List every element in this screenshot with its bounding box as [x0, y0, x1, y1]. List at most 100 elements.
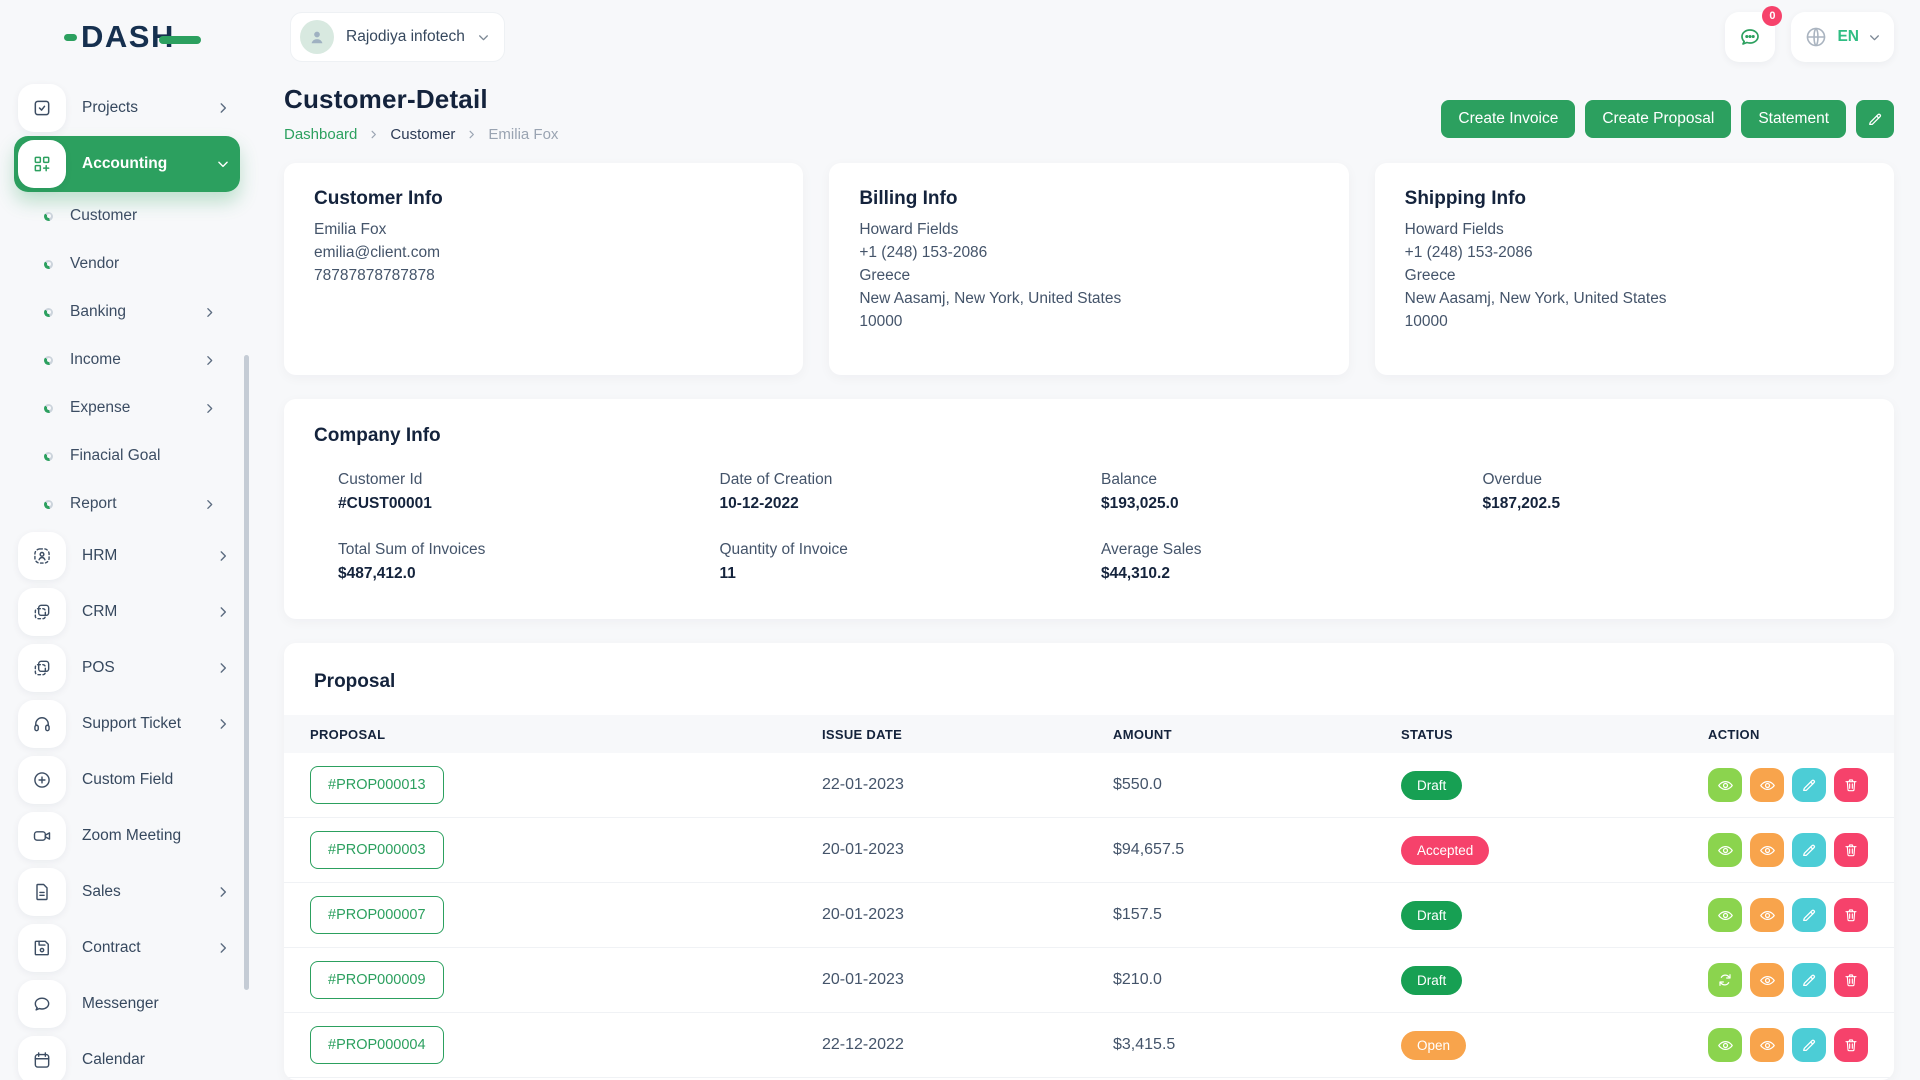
chevron-right-icon — [216, 717, 230, 731]
sidebar-item-hrm[interactable]: HRM — [14, 528, 240, 584]
proposal-link[interactable]: #PROP000007 — [310, 896, 444, 934]
field-value: $487,412.0 — [338, 565, 720, 583]
sidebar-item-messenger[interactable]: Messenger — [14, 976, 240, 1032]
document-icon — [18, 868, 66, 916]
column-header: ACTION — [1708, 727, 1868, 742]
edit-button[interactable] — [1792, 898, 1826, 932]
sidebar-item-projects[interactable]: Projects — [14, 80, 240, 136]
sidebar-item-financial-goal[interactable]: Finacial Goal — [14, 432, 240, 480]
chevron-right-icon — [216, 549, 230, 563]
billing-zip: 10000 — [859, 313, 1318, 331]
sidebar-item-support-ticket[interactable]: Support Ticket — [14, 696, 240, 752]
trash-icon — [1843, 777, 1859, 793]
view-button[interactable] — [1708, 833, 1742, 867]
sidebar-item-expense[interactable]: Expense — [14, 384, 240, 432]
delete-button[interactable] — [1834, 833, 1868, 867]
chevron-down-icon — [1868, 31, 1881, 44]
pencil-icon — [1801, 842, 1817, 858]
bullet-icon — [44, 308, 53, 317]
eye-icon — [1759, 1037, 1776, 1054]
sidebar-subitem-label: Finacial Goal — [70, 447, 220, 465]
sidebar-item-label: Projects — [82, 99, 216, 117]
sidebar-item-sales[interactable]: Sales — [14, 864, 240, 920]
chevron-right-icon — [216, 605, 230, 619]
pencil-icon — [1801, 777, 1817, 793]
breadcrumb-dashboard[interactable]: Dashboard — [284, 126, 357, 143]
sidebar-item-calendar[interactable]: Calendar — [14, 1032, 240, 1080]
proposal-link[interactable]: #PROP000003 — [310, 831, 444, 869]
workspace-selector[interactable]: Rajodiya infotech — [290, 12, 505, 62]
chevron-right-icon — [203, 498, 216, 511]
breadcrumb-customer[interactable]: Customer — [390, 126, 455, 143]
delete-button[interactable] — [1834, 898, 1868, 932]
pencil-icon — [1801, 1037, 1817, 1053]
floppy-disk-icon — [18, 924, 66, 972]
chevron-right-icon — [216, 885, 230, 899]
sidebar-item-crm[interactable]: CRM — [14, 584, 240, 640]
copy-squares-icon — [18, 588, 66, 636]
eye-icon — [1717, 777, 1734, 794]
sidebar-item-label: CRM — [82, 603, 216, 621]
sidebar-item-zoom-meeting[interactable]: Zoom Meeting — [14, 808, 240, 864]
sidebar-item-accounting[interactable]: Accounting — [14, 136, 240, 192]
view-button[interactable] — [1708, 768, 1742, 802]
chevron-right-icon — [203, 354, 216, 367]
create-invoice-button[interactable]: Create Invoice — [1441, 100, 1575, 138]
sidebar-item-banking[interactable]: Banking — [14, 288, 240, 336]
delete-button[interactable] — [1834, 963, 1868, 997]
page-header: Customer-Detail Dashboard Customer Emili… — [284, 84, 1894, 143]
company-field: Quantity of Invoice 11 — [720, 541, 1102, 583]
sidebar-item-contract[interactable]: Contract — [14, 920, 240, 976]
delete-button[interactable] — [1834, 768, 1868, 802]
chevron-right-icon — [203, 306, 216, 319]
view-button[interactable] — [1708, 1028, 1742, 1062]
sidebar-item-custom-field[interactable]: Custom Field — [14, 752, 240, 808]
amount: $550.0 — [1113, 776, 1401, 794]
create-proposal-button[interactable]: Create Proposal — [1585, 100, 1731, 138]
sidebar-item-customer[interactable]: Customer — [14, 192, 240, 240]
edit-button[interactable] — [1792, 768, 1826, 802]
sidebar-item-income[interactable]: Income — [14, 336, 240, 384]
field-label: Total Sum of Invoices — [338, 541, 720, 559]
workspace-name: Rajodiya infotech — [346, 28, 465, 46]
edit-button[interactable] — [1792, 833, 1826, 867]
check-square-icon — [18, 84, 66, 132]
sidebar-item-report[interactable]: Report — [14, 480, 240, 528]
messages-button[interactable]: 0 — [1725, 12, 1775, 62]
edit-button[interactable] — [1792, 963, 1826, 997]
company-info-grid: Customer Id #CUST00001 Date of Creation … — [314, 471, 1864, 583]
sidebar-item-label: Zoom Meeting — [82, 827, 230, 845]
billing-country: Greece — [859, 267, 1318, 285]
convert-button[interactable] — [1708, 963, 1742, 997]
amount: $94,657.5 — [1113, 841, 1401, 859]
sidebar-item-vendor[interactable]: Vendor — [14, 240, 240, 288]
card-title: Customer Info — [314, 188, 773, 210]
table-row: #PROP000007 20-01-2023 $157.5 Draft — [284, 883, 1894, 948]
proposal-link[interactable]: #PROP000013 — [310, 766, 444, 804]
proposal-link[interactable]: #PROP000004 — [310, 1026, 444, 1064]
brand-logo[interactable]: DASH — [0, 0, 250, 74]
sidebar-item-pos[interactable]: POS — [14, 640, 240, 696]
main-content: Rajodiya infotech 0 EN Customer-Detail — [250, 0, 1920, 1080]
pencil-icon — [1801, 972, 1817, 988]
preview-button[interactable] — [1750, 768, 1784, 802]
preview-button[interactable] — [1750, 963, 1784, 997]
language-selector[interactable]: EN — [1791, 12, 1894, 62]
proposal-link[interactable]: #PROP000009 — [310, 961, 444, 999]
preview-button[interactable] — [1750, 833, 1784, 867]
status-badge: Draft — [1401, 966, 1462, 995]
sidebar-scrollbar[interactable] — [244, 355, 249, 990]
company-field: Customer Id #CUST00001 — [338, 471, 720, 513]
globe-icon — [1804, 25, 1828, 49]
view-button[interactable] — [1708, 898, 1742, 932]
preview-button[interactable] — [1750, 1028, 1784, 1062]
sidebar-item-label: Contract — [82, 939, 216, 957]
delete-button[interactable] — [1834, 1028, 1868, 1062]
edit-customer-button[interactable] — [1856, 100, 1894, 138]
statement-button[interactable]: Statement — [1741, 100, 1846, 138]
preview-button[interactable] — [1750, 898, 1784, 932]
card-title: Company Info — [314, 425, 1864, 447]
sidebar-subitem-label: Income — [70, 351, 203, 369]
edit-button[interactable] — [1792, 1028, 1826, 1062]
billing-phone: +1 (248) 153-2086 — [859, 244, 1318, 262]
